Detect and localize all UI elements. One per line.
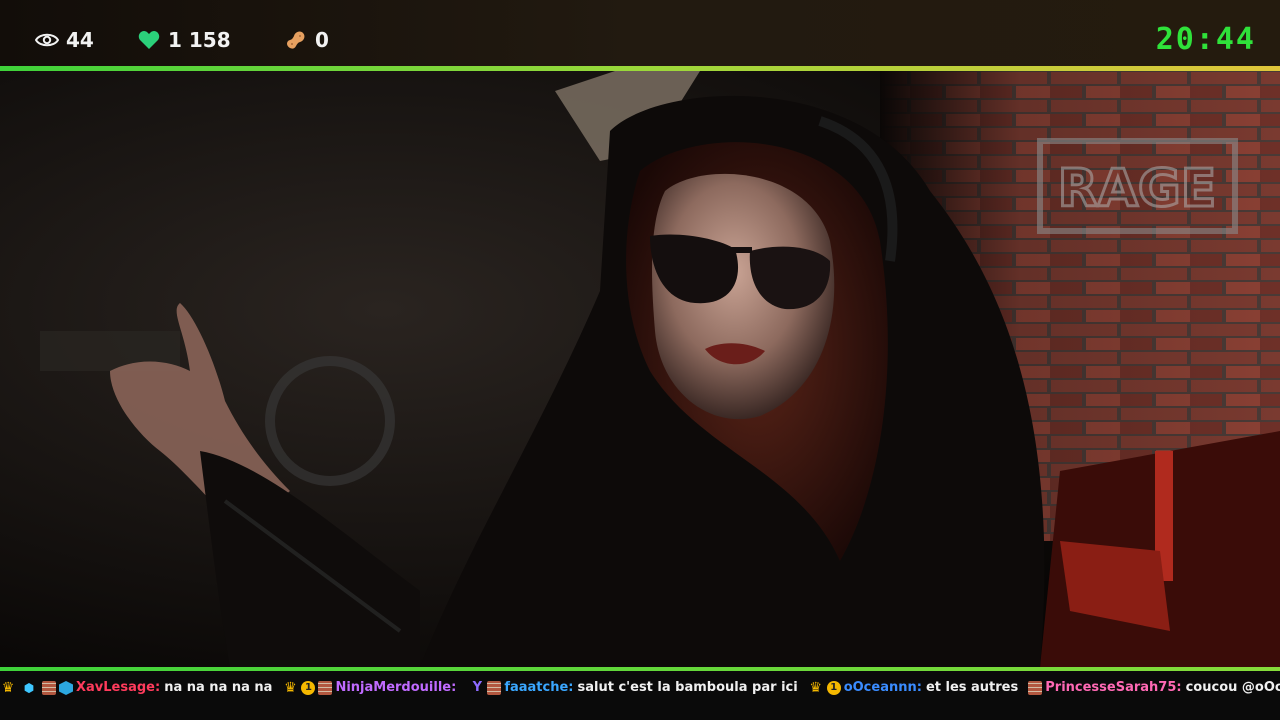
chat-text: coucou @oOceannn :) bbox=[1185, 680, 1280, 695]
chat-text: na na na na na bbox=[164, 680, 273, 695]
follower-count: 1 158 bbox=[136, 22, 231, 58]
chat-username: PrincesseSarah75: bbox=[1045, 680, 1182, 695]
viewer-count: 44 bbox=[34, 22, 94, 58]
heart-icon bbox=[136, 27, 162, 53]
chat-message: PrincesseSarah75:coucou @oOceannn :) bbox=[1028, 679, 1280, 697]
crown-badge-icon: ♛ bbox=[809, 680, 822, 696]
one-badge-icon: 1 bbox=[301, 681, 316, 695]
hex-badge-icon: ⬢ bbox=[23, 681, 35, 695]
peanut-icon bbox=[283, 27, 309, 53]
clock: 20:44 bbox=[1155, 22, 1256, 57]
chat-message: ♛ 1 NinjaMerdouille: bbox=[282, 679, 464, 697]
chat-ticker-row: ♛ ⬢ XavLesage: na na na na na ♛ 1 NinjaMerdoui… bbox=[0, 679, 1280, 697]
webcam-scene: RAGE bbox=[0, 71, 1280, 667]
eye-icon bbox=[34, 27, 60, 53]
chat-message: ♛ 1 oOceannn: et les autres bbox=[808, 679, 1023, 697]
chat-message: Yfaaatche: salut c'est la bamboula par ic… bbox=[470, 679, 801, 697]
webcam-video: RAGE bbox=[0, 71, 1280, 667]
bits-count-value: 0 bbox=[315, 28, 329, 52]
brick-badge-icon bbox=[487, 681, 502, 695]
wall-sign-text: RAGE bbox=[1058, 159, 1217, 219]
stats-bar: 44 1 158 0 20:44 bbox=[0, 0, 1280, 66]
chat-text: salut c'est la bamboula par ici bbox=[577, 680, 798, 695]
chat-username: faaatche: bbox=[504, 680, 574, 695]
brick-badge-icon bbox=[42, 681, 56, 695]
bits-count: 0 bbox=[283, 22, 329, 58]
chat-message: ♛ ⬢ XavLesage: na na na na na bbox=[0, 679, 276, 697]
crown-badge-icon: ♛ bbox=[1, 680, 15, 696]
brick-badge-icon bbox=[318, 681, 333, 695]
chat-username: oOceannn: bbox=[843, 680, 922, 695]
chat-username: XavLesage: bbox=[76, 680, 161, 695]
chat-ticker: ♛ ⬢ XavLesage: na na na na na ♛ 1 NinjaMerdoui… bbox=[0, 671, 1280, 720]
one-badge-icon: 1 bbox=[826, 681, 841, 695]
brick-badge-icon bbox=[1028, 681, 1043, 695]
y-badge-icon: Y bbox=[472, 680, 483, 695]
chat-text: et les autres bbox=[925, 680, 1019, 695]
chat-username: NinjaMerdouille: bbox=[335, 680, 457, 695]
cube-badge-icon bbox=[59, 681, 73, 695]
follower-count-value: 1 158 bbox=[168, 28, 231, 52]
crown-badge-icon: ♛ bbox=[284, 680, 297, 696]
viewer-count-value: 44 bbox=[66, 28, 94, 52]
